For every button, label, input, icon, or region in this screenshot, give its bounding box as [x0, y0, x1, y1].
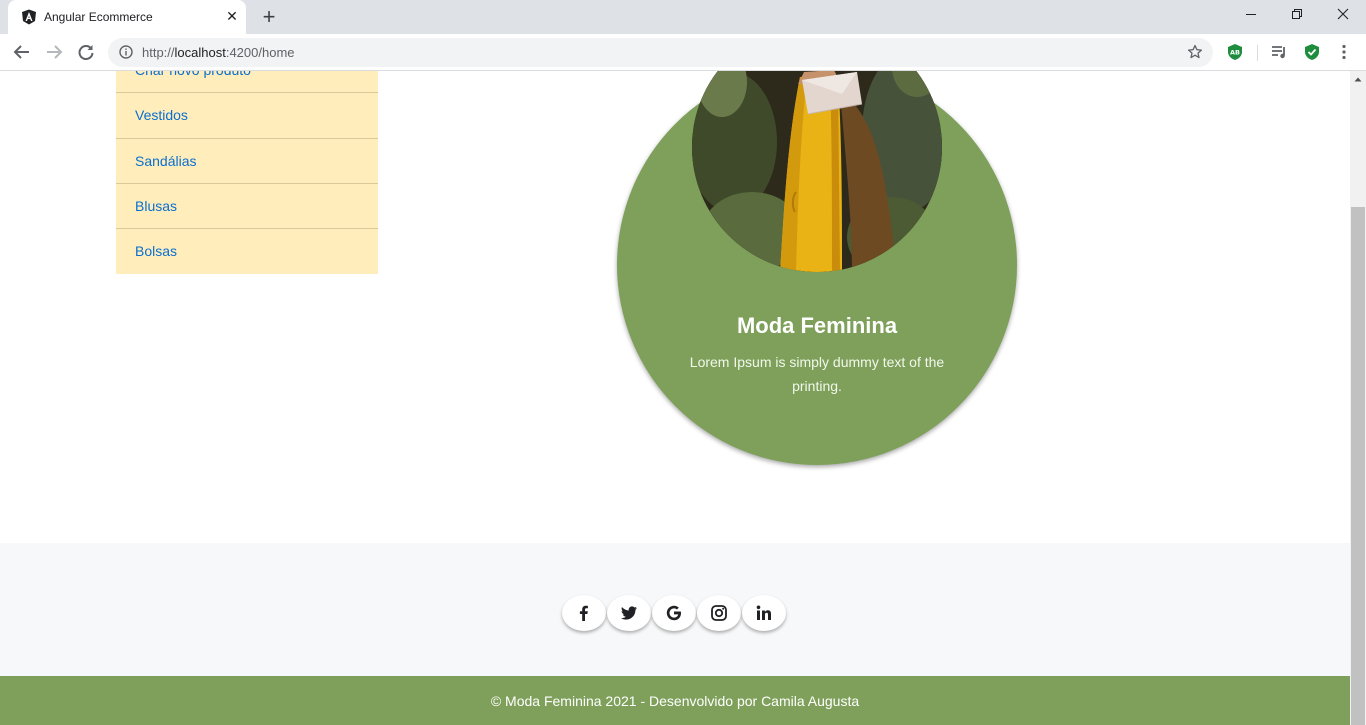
url-text: http://localhost:4200/home: [142, 45, 295, 60]
browser-tab[interactable]: Angular Ecommerce ✕: [8, 0, 246, 34]
copyright-text: © Moda Feminina 2021 - Desenvolvido por …: [490, 693, 860, 709]
footer-social-section: [0, 543, 1350, 676]
adblock-icon[interactable]: AB: [1226, 43, 1244, 61]
info-icon[interactable]: [119, 45, 133, 59]
close-icon: [1337, 8, 1349, 20]
star-icon[interactable]: [1187, 44, 1203, 60]
shield-icon[interactable]: [1303, 43, 1321, 61]
angular-favicon-icon: [22, 9, 36, 25]
media-icon[interactable]: [1270, 43, 1288, 61]
instagram-button[interactable]: [697, 595, 741, 631]
sidebar-item-sandalias[interactable]: Sandálias: [116, 139, 378, 184]
address-bar[interactable]: http://localhost:4200/home: [108, 38, 1213, 67]
linkedin-icon: [756, 605, 771, 620]
tab-close-button[interactable]: ✕: [224, 8, 240, 24]
google-button[interactable]: [652, 595, 696, 631]
card-title: Moda Feminina: [736, 313, 898, 338]
restore-icon: [1292, 9, 1302, 19]
page-viewport: Criar novo produto Vestidos Sandálias Bl…: [0, 71, 1350, 725]
minimize-icon: [1246, 14, 1256, 15]
reload-icon[interactable]: [75, 41, 97, 63]
twitter-button[interactable]: [607, 595, 651, 631]
facebook-button[interactable]: [562, 595, 606, 631]
footer-copyright-bar: © Moda Feminina 2021 - Desenvolvido por …: [0, 676, 1350, 725]
new-tab-button[interactable]: +: [258, 6, 280, 28]
sidebar-item-vestidos[interactable]: Vestidos: [116, 93, 378, 139]
forward-icon[interactable]: [43, 41, 65, 63]
tab-title: Angular Ecommerce: [44, 10, 153, 24]
instagram-icon: [711, 605, 727, 621]
page-scrollbar[interactable]: [1350, 71, 1366, 725]
sidebar-item-criar-novo-produto[interactable]: Criar novo produto: [116, 71, 378, 94]
card-description: Lorem Ipsum is simply dummy text of the …: [689, 354, 945, 394]
sidebar-item-bolsas[interactable]: Bolsas: [116, 229, 378, 274]
scroll-up-arrow-icon[interactable]: [1350, 71, 1366, 88]
facebook-icon: [579, 605, 588, 621]
window-close-button[interactable]: [1320, 0, 1366, 30]
kebab-menu-icon[interactable]: [1335, 43, 1353, 61]
scrollbar-thumb[interactable]: [1351, 207, 1365, 725]
restore-button[interactable]: [1274, 0, 1320, 30]
extension-separator: [1257, 45, 1258, 61]
twitter-icon: [621, 606, 637, 620]
sidebar-item-blusas[interactable]: Blusas: [116, 184, 378, 230]
category-sidebar: Criar novo produto Vestidos Sandálias Bl…: [116, 71, 378, 274]
google-icon: [666, 605, 681, 621]
linkedin-button[interactable]: [742, 595, 786, 631]
tab-strip: Angular Ecommerce ✕ +: [0, 0, 1366, 34]
minimize-button[interactable]: [1228, 0, 1274, 30]
svg-text:AB: AB: [1230, 49, 1240, 57]
browser-toolbar: http://localhost:4200/home AB: [0, 34, 1366, 71]
back-icon[interactable]: [11, 41, 33, 63]
